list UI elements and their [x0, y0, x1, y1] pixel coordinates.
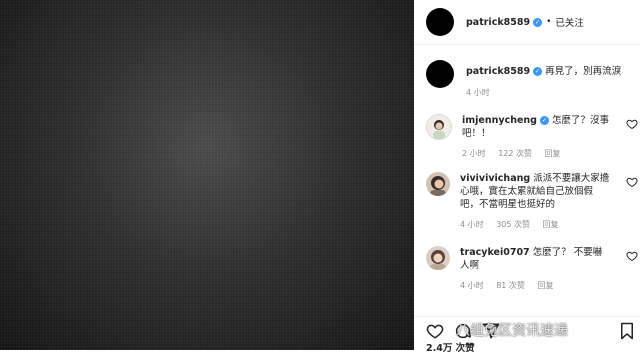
comment-time: 2 小时 [462, 149, 486, 158]
author-username[interactable]: patrick8589 [466, 17, 530, 28]
verified-icon: ✓ [539, 116, 549, 125]
separator-dot: • [546, 17, 552, 27]
reply-button[interactable]: 回复 [545, 149, 561, 158]
comment-item: tracykei0707 怎麼了？ 不要嚇人啊 4 小时 81 次赞 回复 [426, 246, 638, 291]
author-avatar[interactable] [426, 8, 454, 36]
avatar-portrait-icon [433, 120, 445, 139]
comment-time: 4 小时 [460, 281, 484, 290]
heart-icon[interactable] [626, 118, 638, 130]
comment-username[interactable]: tracykei0707 [460, 247, 530, 258]
post-sidebar: patrick8589 ✓ • 已关注 patrick8589 ✓ 再見了，別再流… [414, 0, 640, 354]
post-header: patrick8589 ✓ • 已关注 [414, 0, 640, 45]
commenter-avatar[interactable] [426, 114, 452, 140]
heart-icon[interactable] [426, 322, 444, 340]
verified-icon: ✓ [533, 17, 543, 27]
comment-likes[interactable]: 305 次赞 [496, 220, 530, 229]
comment-username[interactable]: imjennycheng [462, 115, 537, 126]
reply-button[interactable]: 回复 [543, 220, 559, 229]
heart-icon[interactable] [626, 250, 638, 262]
heart-icon[interactable] [626, 176, 638, 188]
avatar-portrait-icon [430, 176, 446, 196]
caption-text: 再見了，別再流淚 [545, 66, 622, 77]
commenter-avatar[interactable] [426, 172, 450, 196]
comment-item: vivivivichang 派派不要讓大家擔心哦，實在太累就給自己放個假吧，不當… [426, 172, 638, 230]
commenter-avatar[interactable] [426, 246, 450, 270]
caption-avatar[interactable] [426, 60, 454, 88]
verified-icon: ✓ [533, 67, 543, 76]
follow-status-button[interactable]: 已关注 [555, 15, 584, 29]
comment-username[interactable]: vivivivichang [460, 173, 530, 184]
watermark-text: 八组兔区资讯速递 [456, 323, 568, 339]
caption-username[interactable]: patrick8589 [466, 66, 530, 77]
bookmark-icon[interactable] [618, 322, 636, 340]
post-caption: patrick8589 ✓ 再見了，別再流淚 4 小时 [426, 60, 631, 98]
avatar-portrait-icon [430, 250, 446, 270]
comment-likes[interactable]: 122 次赞 [498, 149, 532, 158]
likes-count[interactable]: 2.4万 次赞 [426, 340, 475, 354]
comment-item: imjennycheng ✓ 怎麼了？沒事吧！！ 2 小时 122 次赞 回复 [426, 114, 638, 159]
comment-likes[interactable]: 81 次赞 [496, 281, 525, 290]
comment-time: 4 小时 [460, 220, 484, 229]
post-image[interactable] [0, 0, 414, 350]
caption-time: 4 小时 [466, 88, 490, 97]
reply-button[interactable]: 回复 [537, 281, 553, 290]
